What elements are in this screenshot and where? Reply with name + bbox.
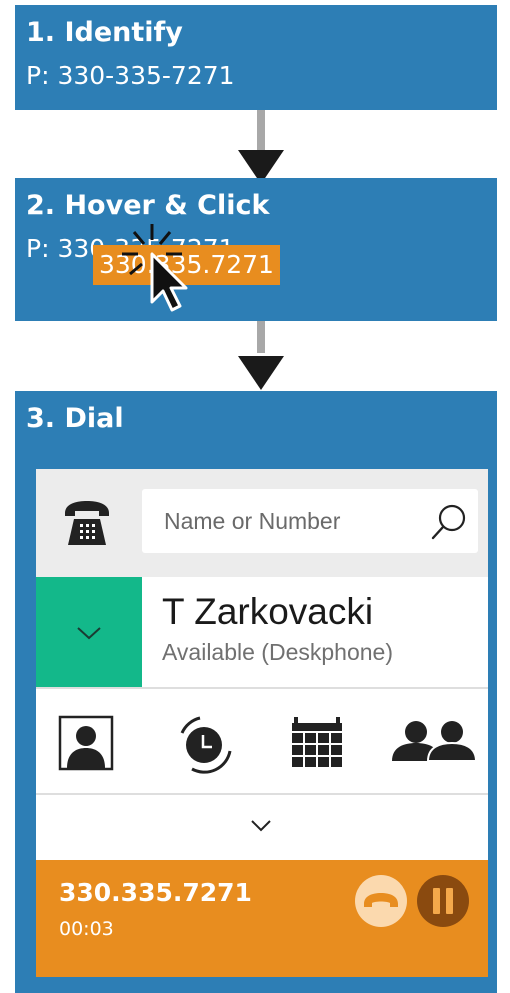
step-identify-panel: 1. Identify P: 330-335-7271 [15, 5, 497, 110]
user-presence-status: Available (Deskphone) [162, 639, 393, 665]
step-hover-panel: 2. Hover & Click P: 330-335-7271 330.335… [15, 178, 497, 321]
groups-icon[interactable] [390, 715, 478, 771]
expand-panel-row[interactable] [36, 795, 488, 857]
dialer-nav-icons [36, 689, 488, 795]
user-status-row: T Zarkovacki Available (Deskphone) [36, 577, 488, 689]
user-name: T Zarkovacki [162, 591, 374, 632]
phone-number-text: P: 330-335-7271 [26, 61, 235, 90]
search-input[interactable]: Name or Number [164, 508, 340, 535]
dialer-header: Name or Number [36, 469, 488, 577]
search-icon[interactable] [430, 503, 468, 541]
history-clock-icon[interactable] [170, 711, 234, 775]
step-title: 2. Hover & Click [26, 190, 270, 221]
search-box[interactable]: Name or Number [142, 489, 478, 553]
hang-up-icon[interactable] [354, 874, 408, 928]
calendar-icon[interactable] [290, 713, 344, 769]
desk-phone-icon[interactable] [62, 499, 112, 547]
user-menu-toggle[interactable] [36, 577, 142, 687]
step-title: 3. Dial [26, 403, 124, 434]
dialer-widget: Name or Number T Zarkovacki Available (D… [36, 469, 488, 977]
connector-line [257, 321, 265, 353]
mouse-pointer-icon [122, 224, 188, 312]
step-title: 1. Identify [26, 17, 183, 48]
active-call-bar: 330.335.7271 00:03 [36, 860, 488, 977]
chevron-down-icon [77, 627, 101, 640]
call-duration: 00:03 [59, 918, 114, 940]
down-arrow-icon [238, 356, 284, 390]
active-call-number: 330.335.7271 [59, 878, 252, 907]
pause-icon[interactable] [416, 874, 470, 928]
contacts-icon[interactable] [58, 715, 114, 771]
chevron-down-icon[interactable] [250, 819, 272, 833]
connector-line [257, 110, 265, 150]
